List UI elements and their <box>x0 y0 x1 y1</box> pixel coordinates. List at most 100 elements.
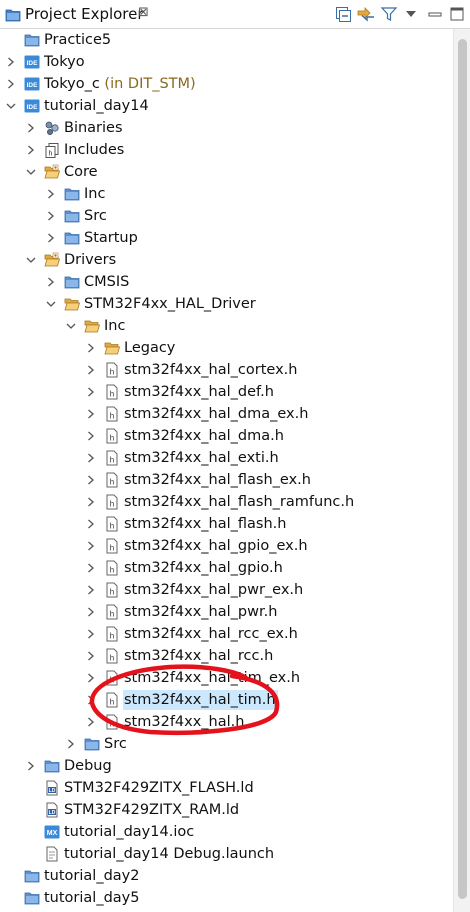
tree-item-stm32f4xx-hal-def-h[interactable]: h stm32f4xx_hal_def.h <box>0 381 452 403</box>
tree-item-text: tutorial_day2 <box>44 868 140 884</box>
chevron-right-icon[interactable] <box>84 513 98 535</box>
tree-item-inc[interactable]: Inc <box>0 183 452 205</box>
tree-item-src[interactable]: Src <box>0 733 452 755</box>
chevron-right-icon[interactable] <box>84 535 98 557</box>
tree-item-tutorial-day2[interactable]: tutorial_day2 <box>0 865 452 887</box>
chevron-down-icon[interactable] <box>4 95 18 117</box>
tree-item-includes[interactable]: h Includes <box>0 139 452 161</box>
folder-open-icon <box>104 340 121 356</box>
minimize-icon[interactable] <box>426 5 444 23</box>
chevron-right-icon[interactable] <box>84 711 98 733</box>
tree-item-stm32f4xx-hal-flash-ex-h[interactable]: h stm32f4xx_hal_flash_ex.h <box>0 469 452 491</box>
chevron-right-icon[interactable] <box>44 227 58 249</box>
chevron-right-icon[interactable] <box>84 381 98 403</box>
tree-item-tutorial-day14-debug-launch[interactable]: tutorial_day14 Debug.launch <box>0 843 452 865</box>
collapse-all-icon[interactable] <box>334 5 352 23</box>
header-file-icon: h <box>104 670 120 686</box>
folder-closed-icon <box>64 208 80 224</box>
chevron-down-icon[interactable] <box>44 293 58 315</box>
chevron-right-icon[interactable] <box>84 469 98 491</box>
tree-item-debug[interactable]: Debug <box>0 755 452 777</box>
chevron-right-icon[interactable] <box>84 579 98 601</box>
chevron-right-icon[interactable] <box>84 491 98 513</box>
chevron-right-icon[interactable] <box>84 557 98 579</box>
scrollbar-thumb[interactable] <box>458 39 467 899</box>
tree-item-practice5[interactable]: Practice5 <box>0 29 452 51</box>
svg-text:MX: MX <box>47 830 58 837</box>
tree-item-label: tutorial_day14 Debug.launch <box>63 844 276 864</box>
tree-item-stm32f4xx-hal-dma-h[interactable]: h stm32f4xx_hal_dma.h <box>0 425 452 447</box>
chevron-right-icon[interactable] <box>84 667 98 689</box>
tree-item-stm32f4xx-hal-pwr-ex-h[interactable]: h stm32f4xx_hal_pwr_ex.h <box>0 579 452 601</box>
tree-item-inc[interactable]: Inc <box>0 315 452 337</box>
filter-icon[interactable] <box>380 5 398 23</box>
chevron-right-icon[interactable] <box>24 117 38 139</box>
chevron-right-icon[interactable] <box>24 755 38 777</box>
chevron-right-icon[interactable] <box>44 183 58 205</box>
tree-item-label: Debug <box>63 756 114 776</box>
chevron-right-icon[interactable] <box>84 403 98 425</box>
tree-item-src[interactable]: Src <box>0 205 452 227</box>
folder-closed-icon <box>84 736 100 752</box>
tree-item-binaries[interactable]: Binaries <box>0 117 452 139</box>
chevron-right-icon[interactable] <box>44 271 58 293</box>
tree-item-tokyo[interactable]: IDE Tokyo <box>0 51 452 73</box>
tree-item-text: Tokyo_c <box>44 76 100 92</box>
tree-item-stm32f4xx-hal-flash-ramfunc-h[interactable]: h stm32f4xx_hal_flash_ramfunc.h <box>0 491 452 513</box>
chevron-right-icon[interactable] <box>24 139 38 161</box>
svg-text:LD: LD <box>49 810 56 816</box>
tree-item-tutorial-day14[interactable]: IDE tutorial_day14 <box>0 95 452 117</box>
source-folder-open-icon <box>44 164 61 180</box>
chevron-down-icon[interactable] <box>24 161 38 183</box>
tree-item-stm32f4xx-hal-tim-ex-h[interactable]: h stm32f4xx_hal_tim_ex.h <box>0 667 452 689</box>
tree-item-legacy[interactable]: Legacy <box>0 337 452 359</box>
chevron-right-icon[interactable] <box>84 623 98 645</box>
tree-item-stm32f429zitx-flash-ld[interactable]: LD STM32F429ZITX_FLASH.ld <box>0 777 452 799</box>
vertical-scrollbar[interactable] <box>453 29 470 912</box>
tree-item-stm32f4xx-hal-rcc-h[interactable]: h stm32f4xx_hal_rcc.h <box>0 645 452 667</box>
tree-item-stm32f4xx-hal-cortex-h[interactable]: h stm32f4xx_hal_cortex.h <box>0 359 452 381</box>
chevron-right-icon[interactable] <box>44 205 58 227</box>
tree-item-stm32f429zitx-ram-ld[interactable]: LD STM32F429ZITX_RAM.ld <box>0 799 452 821</box>
tree-item-stm32f4xx-hal-pwr-h[interactable]: h stm32f4xx_hal_pwr.h <box>0 601 452 623</box>
close-icon[interactable]: ⊠ <box>138 5 149 20</box>
tree-item-label: stm32f4xx_hal_gpio_ex.h <box>123 536 310 556</box>
view-menu-icon[interactable] <box>402 5 420 23</box>
tree-item-stm32f4xx-hal-rcc-ex-h[interactable]: h stm32f4xx_hal_rcc_ex.h <box>0 623 452 645</box>
view-title: Project Explorer <box>25 5 144 23</box>
tree-item-cmsis[interactable]: CMSIS <box>0 271 452 293</box>
tree-item-stm32f4xx-hal-dma-ex-h[interactable]: h stm32f4xx_hal_dma_ex.h <box>0 403 452 425</box>
chevron-right-icon[interactable] <box>4 51 18 73</box>
header-file-icon: h <box>104 582 120 598</box>
chevron-right-icon[interactable] <box>84 447 98 469</box>
chevron-right-icon[interactable] <box>84 425 98 447</box>
maximize-icon[interactable] <box>448 5 466 23</box>
chevron-right-icon[interactable] <box>84 337 98 359</box>
tree-item-tutorial-day14-ioc[interactable]: MX tutorial_day14.ioc <box>0 821 452 843</box>
tree-item-core[interactable]: Core <box>0 161 452 183</box>
tree-item-stm32f4xx-hal-flash-h[interactable]: h stm32f4xx_hal_flash.h <box>0 513 452 535</box>
project-explorer-tab[interactable]: Project Explorer ⊠ <box>0 0 160 28</box>
tree-item-text: tutorial_day5 <box>44 890 140 906</box>
tree-item-stm32f4xx-hal-driver[interactable]: STM32F4xx_HAL_Driver <box>0 293 452 315</box>
tree-item-stm32f4xx-hal-gpio-h[interactable]: h stm32f4xx_hal_gpio.h <box>0 557 452 579</box>
tree-item-stm32f4xx-hal-exti-h[interactable]: h stm32f4xx_hal_exti.h <box>0 447 452 469</box>
link-with-editor-icon[interactable] <box>356 5 374 23</box>
chevron-right-icon[interactable] <box>84 601 98 623</box>
tree-item-stm32f4xx-hal-gpio-ex-h[interactable]: h stm32f4xx_hal_gpio_ex.h <box>0 535 452 557</box>
header-file-icon: h <box>104 648 120 664</box>
tree-item-tutorial-day5[interactable]: tutorial_day5 <box>0 887 452 909</box>
chevron-right-icon[interactable] <box>84 645 98 667</box>
tree-item-label: stm32f4xx_hal_flash_ex.h <box>123 470 313 490</box>
tree-item-tokyo-c[interactable]: IDE Tokyo_c (in DIT_STM) <box>0 73 452 95</box>
chevron-down-icon[interactable] <box>64 315 78 337</box>
chevron-down-icon[interactable] <box>24 249 38 271</box>
chevron-right-icon[interactable] <box>84 689 98 711</box>
tree-item-startup[interactable]: Startup <box>0 227 452 249</box>
tree-item-stm32f4xx-hal-h[interactable]: h stm32f4xx_hal.h <box>0 711 452 733</box>
chevron-right-icon[interactable] <box>84 359 98 381</box>
tree-item-drivers[interactable]: Drivers <box>0 249 452 271</box>
tree-item-stm32f4xx-hal-tim-h[interactable]: h stm32f4xx_hal_tim.h <box>0 689 452 711</box>
chevron-right-icon[interactable] <box>64 733 78 755</box>
chevron-right-icon[interactable] <box>4 73 18 95</box>
